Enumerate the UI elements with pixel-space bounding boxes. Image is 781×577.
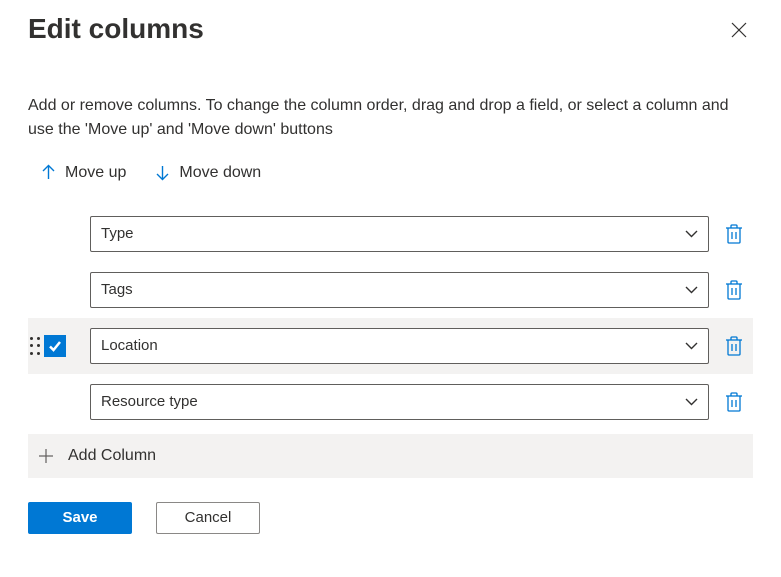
- dialog-footer: Save Cancel: [28, 502, 753, 534]
- row-checkbox[interactable]: [44, 335, 66, 357]
- row-lead: [28, 335, 90, 357]
- add-column-label: Add Column: [68, 447, 156, 465]
- column-select[interactable]: Resource type: [90, 384, 709, 420]
- chevron-down-icon: [685, 227, 698, 240]
- column-value: Resource type: [101, 393, 198, 410]
- delete-column-button[interactable]: [715, 384, 753, 420]
- cancel-button[interactable]: Cancel: [156, 502, 260, 534]
- move-up-button[interactable]: Move up: [40, 164, 126, 182]
- checkmark-icon: [48, 339, 62, 353]
- column-select[interactable]: Tags: [90, 272, 709, 308]
- chevron-down-icon: [685, 283, 698, 296]
- edit-columns-dialog: Edit columns Add or remove columns. To c…: [0, 0, 781, 554]
- column-value: Tags: [101, 281, 133, 298]
- delete-column-button[interactable]: [715, 272, 753, 308]
- column-row[interactable]: Location: [28, 318, 753, 374]
- column-row[interactable]: Resource type: [28, 374, 753, 430]
- add-column-button[interactable]: Add Column: [28, 434, 753, 478]
- arrow-down-icon: [154, 164, 171, 181]
- save-button[interactable]: Save: [28, 502, 132, 534]
- move-up-label: Move up: [65, 164, 126, 182]
- close-icon: [730, 21, 748, 39]
- dialog-header: Edit columns: [28, 12, 753, 46]
- dialog-title: Edit columns: [28, 12, 204, 46]
- column-value: Location: [101, 337, 158, 354]
- column-value: Type: [101, 225, 134, 242]
- trash-icon: [725, 392, 743, 412]
- dialog-description: Add or remove columns. To change the col…: [28, 94, 753, 142]
- trash-icon: [725, 280, 743, 300]
- delete-column-button[interactable]: [715, 328, 753, 364]
- column-list: Type Tags: [28, 206, 753, 430]
- trash-icon: [725, 224, 743, 244]
- column-row[interactable]: Type: [28, 206, 753, 262]
- column-select[interactable]: Location: [90, 328, 709, 364]
- move-down-button[interactable]: Move down: [154, 164, 261, 182]
- close-button[interactable]: [725, 16, 753, 44]
- plus-icon: [38, 448, 54, 464]
- column-row[interactable]: Tags: [28, 262, 753, 318]
- delete-column-button[interactable]: [715, 216, 753, 252]
- drag-handle-icon[interactable]: [30, 337, 40, 355]
- chevron-down-icon: [685, 339, 698, 352]
- move-down-label: Move down: [179, 164, 261, 182]
- trash-icon: [725, 336, 743, 356]
- arrow-up-icon: [40, 164, 57, 181]
- move-toolbar: Move up Move down: [40, 164, 753, 182]
- chevron-down-icon: [685, 395, 698, 408]
- column-select[interactable]: Type: [90, 216, 709, 252]
